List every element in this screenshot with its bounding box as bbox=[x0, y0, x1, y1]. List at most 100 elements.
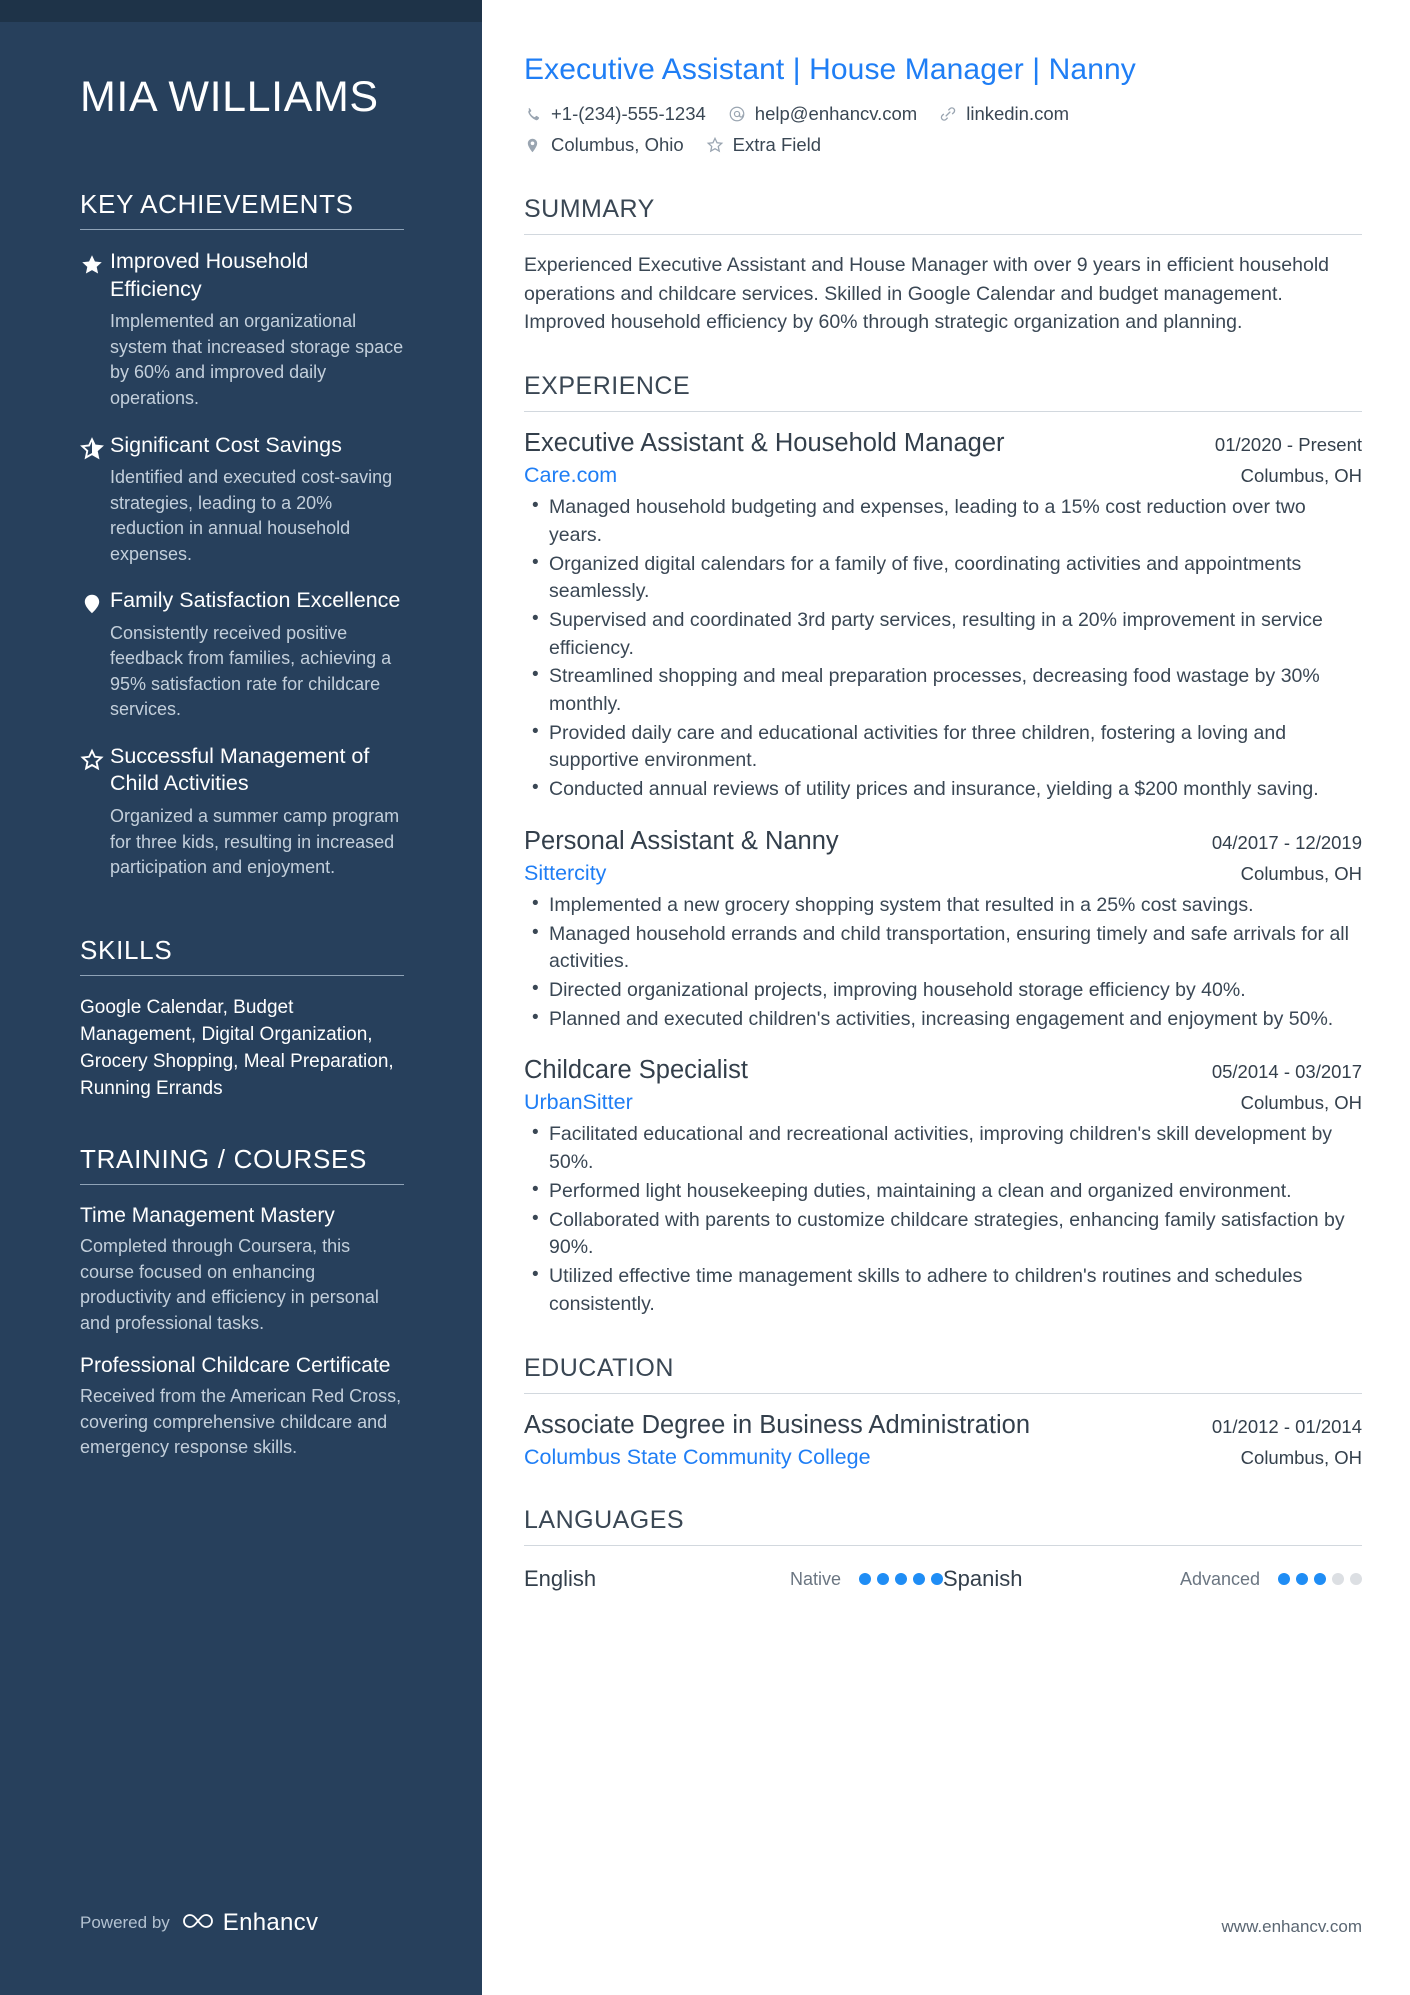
resume-page: MIA WILLIAMS KEY ACHIEVEMENTS Improved H… bbox=[0, 0, 1410, 1995]
sidebar-top-strip bbox=[0, 0, 482, 22]
contact-email[interactable]: help@enhancv.com bbox=[728, 100, 917, 129]
at-email-icon bbox=[728, 105, 747, 123]
section-title-education: EDUCATION bbox=[524, 1354, 674, 1383]
bullet-item: Organized digital calendars for a family… bbox=[524, 550, 1362, 606]
course-description: Received from the American Red Cross, co… bbox=[80, 1386, 402, 1458]
star-outline-icon bbox=[706, 136, 725, 154]
contact-location: Columbus, Ohio bbox=[524, 131, 684, 160]
section-languages: LANGUAGES English Native Spanish Advance… bbox=[524, 1506, 1362, 1592]
experience-bullets: Facilitated educational and recreational… bbox=[524, 1120, 1362, 1318]
language-item: English Native bbox=[524, 1566, 943, 1592]
achievement-description: Consistently received positive feedback … bbox=[110, 622, 392, 720]
experience-entry: Executive Assistant & Household Manager … bbox=[524, 428, 1362, 804]
education-degree: Associate Degree in Business Administrat… bbox=[524, 1411, 1031, 1440]
footer-url: www.enhancv.com bbox=[1221, 1917, 1362, 1936]
section-title-summary: SUMMARY bbox=[524, 195, 655, 224]
section-title-experience: EXPERIENCE bbox=[524, 372, 691, 401]
candidate-name: MIA WILLIAMS bbox=[80, 73, 379, 121]
education-institution[interactable]: Columbus State Community College bbox=[524, 1445, 871, 1470]
language-rating-dots bbox=[1278, 1573, 1362, 1586]
rating-dot bbox=[895, 1573, 907, 1586]
experience-organization[interactable]: Sittercity bbox=[524, 861, 606, 886]
course-title: Professional Childcare Certificate bbox=[80, 1354, 391, 1378]
contact-location-value: Columbus, Ohio bbox=[551, 133, 684, 155]
achievement-item: Significant Cost Savings Identified and … bbox=[80, 432, 404, 568]
divider bbox=[80, 974, 404, 976]
achievement-title: Improved Household Efficiency bbox=[110, 249, 309, 301]
powered-by-label: Powered by bbox=[80, 1913, 170, 1932]
pin-filled-icon bbox=[80, 587, 110, 723]
course-item: Professional Childcare Certificate Recei… bbox=[80, 1353, 404, 1461]
divider bbox=[80, 1184, 404, 1186]
contact-phone[interactable]: +1-(234)-555-1234 bbox=[524, 100, 706, 129]
contact-extra-field-value: Extra Field bbox=[732, 133, 822, 155]
divider bbox=[524, 411, 1362, 413]
achievement-title: Significant Cost Savings bbox=[110, 432, 342, 457]
bullet-item: Supervised and coordinated 3rd party ser… bbox=[524, 606, 1362, 662]
contact-linkedin[interactable]: linkedin.com bbox=[939, 100, 1069, 129]
course-description: Completed through Coursera, this course … bbox=[80, 1236, 379, 1333]
language-item: Spanish Advanced bbox=[943, 1566, 1362, 1592]
bullet-item: Conducted annual reviews of utility pric… bbox=[524, 775, 1362, 804]
sidebar: MIA WILLIAMS KEY ACHIEVEMENTS Improved H… bbox=[0, 0, 482, 1995]
bullet-item: Managed household budgeting and expenses… bbox=[524, 493, 1362, 549]
experience-entry: Childcare Specialist 05/2014 - 03/2017 U… bbox=[524, 1055, 1362, 1318]
course-item: Time Management Mastery Completed throug… bbox=[80, 1203, 404, 1336]
section-title-training: TRAINING / COURSES bbox=[80, 1144, 368, 1175]
star-filled-icon bbox=[80, 248, 110, 411]
education-entry: Associate Degree in Business Administrat… bbox=[524, 1410, 1362, 1470]
enhancv-infinity-icon bbox=[181, 1911, 215, 1936]
section-skills: SKILLS Google Calendar, Budget Managemen… bbox=[80, 935, 404, 1103]
rating-dot bbox=[1278, 1573, 1290, 1586]
powered-by-brand: Enhancv bbox=[222, 1909, 319, 1936]
language-name: Spanish bbox=[943, 1566, 1023, 1592]
experience-date: 04/2017 - 12/2019 bbox=[1211, 831, 1362, 853]
achievement-item: Successful Management of Child Activitie… bbox=[80, 743, 404, 881]
bullet-item: Facilitated educational and recreational… bbox=[524, 1120, 1362, 1176]
education-date: 01/2012 - 01/2014 bbox=[1211, 1416, 1362, 1438]
achievement-item: Improved Household Efficiency Implemente… bbox=[80, 248, 404, 411]
education-location: Columbus, OH bbox=[1240, 1447, 1362, 1469]
language-name: English bbox=[524, 1566, 597, 1592]
rating-dot bbox=[1332, 1573, 1344, 1586]
experience-bullets: Implemented a new grocery shopping syste… bbox=[524, 891, 1362, 1034]
rating-dot bbox=[877, 1573, 889, 1586]
languages-row: English Native Spanish Advanced bbox=[524, 1562, 1362, 1592]
section-key-achievements: KEY ACHIEVEMENTS Improved Household Effi… bbox=[80, 189, 404, 880]
page-title: Executive Assistant | House Manager | Na… bbox=[524, 53, 1136, 86]
experience-role: Childcare Specialist bbox=[524, 1056, 748, 1085]
bullet-item: Collaborated with parents to customize c… bbox=[524, 1206, 1362, 1262]
experience-date: 01/2020 - Present bbox=[1214, 434, 1362, 456]
summary-text: Experienced Executive Assistant and Hous… bbox=[524, 254, 1330, 333]
experience-role: Executive Assistant & Household Manager bbox=[524, 429, 1005, 458]
experience-location: Columbus, OH bbox=[1240, 465, 1362, 487]
powered-by-badge: Powered by Enhancv bbox=[80, 1909, 318, 1937]
divider bbox=[524, 234, 1362, 236]
rating-dot bbox=[913, 1573, 925, 1586]
bullet-item: Planned and executed children's activiti… bbox=[524, 1005, 1362, 1034]
bullet-item: Streamlined shopping and meal preparatio… bbox=[524, 662, 1362, 718]
rating-dot bbox=[1350, 1573, 1362, 1586]
experience-organization[interactable]: Care.com bbox=[524, 463, 617, 488]
main-content: Executive Assistant | House Manager | Na… bbox=[482, 0, 1410, 1995]
bullet-item: Implemented a new grocery shopping syste… bbox=[524, 891, 1362, 920]
section-training-courses: TRAINING / COURSES Time Management Maste… bbox=[80, 1144, 404, 1461]
bullet-item: Utilized effective time management skill… bbox=[524, 1262, 1362, 1318]
divider bbox=[524, 1545, 1362, 1547]
star-half-filled-icon bbox=[80, 432, 110, 568]
divider bbox=[524, 1393, 1362, 1395]
contact-linkedin-value: linkedin.com bbox=[966, 103, 1070, 124]
link-icon bbox=[939, 105, 958, 123]
experience-bullets: Managed household budgeting and expenses… bbox=[524, 493, 1362, 804]
divider bbox=[80, 229, 404, 231]
experience-organization[interactable]: UrbanSitter bbox=[524, 1090, 633, 1115]
bullet-item: Managed household errands and child tran… bbox=[524, 920, 1362, 976]
contact-row-primary: +1-(234)-555-1234 help@enhancv.com linke… bbox=[524, 100, 1362, 129]
skills-list: Google Calendar, Budget Management, Digi… bbox=[80, 996, 394, 1100]
bullet-item: Provided daily care and educational acti… bbox=[524, 719, 1362, 775]
language-level: Native bbox=[789, 1568, 841, 1589]
achievement-title: Family Satisfaction Excellence bbox=[110, 588, 401, 613]
star-outline-icon bbox=[80, 743, 110, 881]
rating-dot bbox=[859, 1573, 871, 1586]
rating-dot bbox=[931, 1573, 943, 1586]
